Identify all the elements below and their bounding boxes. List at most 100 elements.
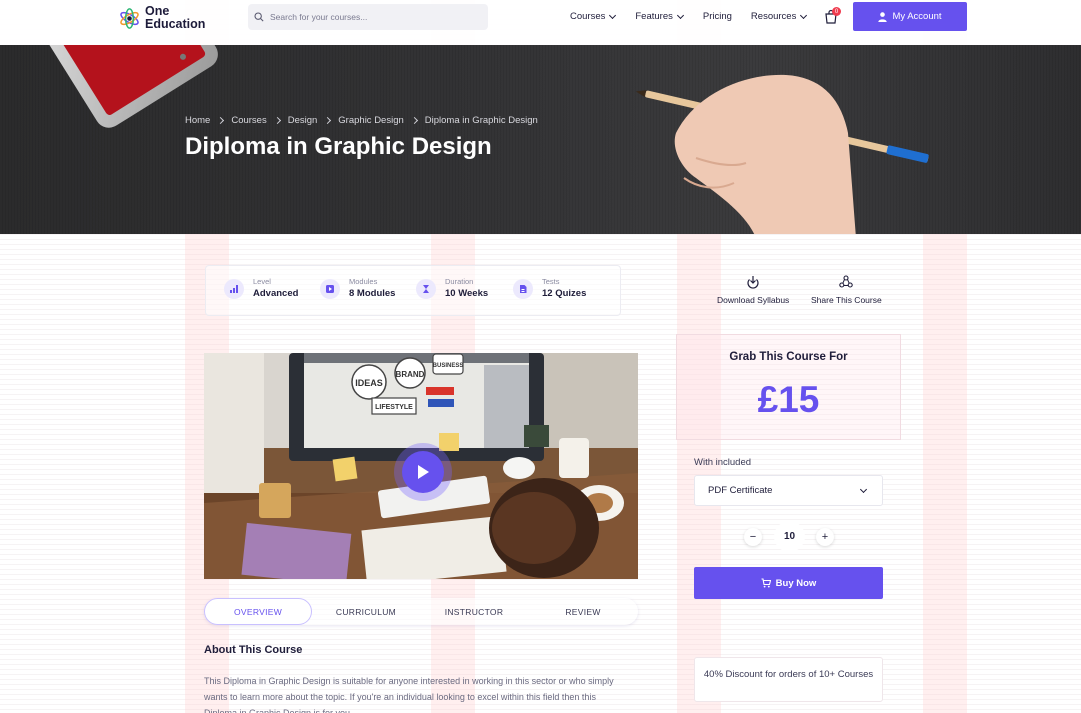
video-module-icon xyxy=(320,279,340,299)
quantity-value[interactable]: 10 xyxy=(774,521,805,552)
badge-lifestyle-text: LIFESTYLE xyxy=(375,404,413,411)
badge-business-text: BUSINESS xyxy=(433,363,464,369)
quantity-increase-button[interactable]: + xyxy=(816,528,834,546)
atom-logo-icon xyxy=(120,7,139,29)
included-label: With included xyxy=(694,457,752,468)
chevron-down-icon xyxy=(859,485,868,494)
stat-modules-label: Modules xyxy=(349,277,378,286)
search-icon xyxy=(254,12,264,22)
share-course-button[interactable]: Share This Course xyxy=(811,275,882,305)
badge-business: BUSINESS xyxy=(432,353,464,375)
download-syllabus-button[interactable]: Download Syllabus xyxy=(717,275,789,305)
bar-chart-icon xyxy=(224,279,244,299)
stat-duration-value: 10 Weeks xyxy=(445,288,489,299)
badge-lifestyle: LIFESTYLE xyxy=(371,397,417,415)
stat-level: Level Advanced xyxy=(224,277,298,301)
badge-brand: BRAND xyxy=(394,357,426,389)
stat-tests: Tests 12 Quizes xyxy=(513,277,586,301)
breadcrumb-design[interactable]: Design xyxy=(288,115,318,126)
chevron-right-icon xyxy=(324,116,332,125)
badge-ideas: IDEAS xyxy=(351,364,387,400)
hourglass-icon xyxy=(416,279,436,299)
tab-review-label: REVIEW xyxy=(565,606,601,617)
breadcrumb-graphic-design[interactable]: Graphic Design xyxy=(338,115,403,126)
chevron-down-icon xyxy=(609,11,617,19)
selected-option-text: PDF Certificate xyxy=(708,485,773,496)
breadcrumb-courses[interactable]: Courses xyxy=(231,115,266,126)
course-preview-video[interactable]: IDEAS BRAND BUSINESS LIFESTYLE xyxy=(204,353,638,579)
breadcrumb-home[interactable]: Home xyxy=(185,115,210,126)
logo-sticker-blue xyxy=(428,399,454,407)
logo-line2: Education xyxy=(145,17,206,31)
user-icon xyxy=(878,11,888,22)
chevron-down-icon xyxy=(800,11,808,19)
tab-overview-label: OVERVIEW xyxy=(233,606,283,617)
search-box xyxy=(248,4,488,30)
hand-with-pencil-image xyxy=(636,74,929,234)
tab-instructor-label: INSTRUCTOR xyxy=(444,606,504,617)
search-input[interactable] xyxy=(270,12,470,22)
stat-tests-label: Tests xyxy=(542,277,560,286)
nav-features[interactable]: Features xyxy=(635,11,684,22)
course-price: £15 xyxy=(757,379,820,420)
breadcrumb: Home Courses Design Graphic Design Diplo… xyxy=(185,115,538,126)
stat-duration: Duration 10 Weeks xyxy=(416,277,488,301)
plus-icon: + xyxy=(821,531,829,543)
tab-review[interactable]: REVIEW xyxy=(528,598,638,625)
chevron-right-icon xyxy=(273,116,281,125)
stat-modules-value: 8 Modules xyxy=(349,288,396,299)
course-tabs: OVERVIEW CURRICULUM INSTRUCTOR REVIEW xyxy=(204,598,638,625)
nav-features-label: Features xyxy=(635,11,673,22)
tab-curriculum[interactable]: CURRICULUM xyxy=(312,598,420,625)
logo-text: One Education xyxy=(145,5,205,31)
cart-button[interactable]: 0 xyxy=(824,7,841,25)
play-video-button[interactable] xyxy=(402,451,444,493)
tab-instructor[interactable]: INSTRUCTOR xyxy=(420,598,528,625)
share-course-label: Share This Course xyxy=(811,295,882,305)
chevron-right-icon xyxy=(217,116,225,125)
top-navbar: One Education Courses Features Pricing R… xyxy=(0,0,1081,45)
page-title: Diploma in Graphic Design xyxy=(185,133,492,160)
breadcrumb-current: Diploma in Graphic Design xyxy=(424,115,538,126)
logo-sticker-red xyxy=(426,387,454,395)
buy-now-label: Buy Now xyxy=(775,577,817,589)
quantity-decrease-button[interactable]: − xyxy=(744,528,762,546)
buy-now-button[interactable]: Buy Now xyxy=(694,567,883,599)
document-quiz-icon xyxy=(513,279,533,299)
included-option-select[interactable]: PDF Certificate xyxy=(694,475,883,506)
my-account-label: My Account xyxy=(892,11,942,22)
chevron-down-icon xyxy=(676,11,684,19)
stat-level-label: Level xyxy=(253,277,271,286)
share-icon xyxy=(839,275,854,288)
cart-count-badge: 0 xyxy=(832,7,841,16)
minus-icon: − xyxy=(749,531,757,543)
nav-resources[interactable]: Resources xyxy=(750,11,808,22)
chevron-right-icon xyxy=(410,116,418,125)
my-account-button[interactable]: My Account xyxy=(853,2,967,31)
about-section-text: This Diploma in Graphic Design is suitab… xyxy=(204,676,614,713)
stat-tests-value: 12 Quizes xyxy=(542,288,587,299)
tab-overview[interactable]: OVERVIEW xyxy=(204,598,312,625)
nav-pricing[interactable]: Pricing xyxy=(703,11,732,22)
main-nav: Courses Features Pricing Resources xyxy=(570,11,808,22)
nav-resources-label: Resources xyxy=(750,11,797,22)
grab-course-label: Grab This Course For xyxy=(729,351,848,363)
nav-courses[interactable]: Courses xyxy=(570,11,617,22)
download-icon xyxy=(747,276,759,289)
discount-note: 40% Discount for orders of 10+ Courses xyxy=(694,657,883,702)
play-icon xyxy=(418,465,429,479)
nav-pricing-label: Pricing xyxy=(702,11,732,22)
badge-ideas-text: IDEAS xyxy=(355,378,383,388)
cart-icon xyxy=(761,578,771,588)
stat-duration-label: Duration xyxy=(445,277,474,286)
badge-brand-text: BRAND xyxy=(396,370,425,379)
about-section-title: About This Course xyxy=(204,644,303,656)
stat-modules: Modules 8 Modules xyxy=(320,277,395,301)
course-stats-card: Level Advanced Modules 8 Modules Duratio… xyxy=(205,265,621,316)
nav-courses-label: Courses xyxy=(570,11,606,22)
download-syllabus-label: Download Syllabus xyxy=(717,295,790,305)
logo[interactable]: One Education xyxy=(118,4,218,32)
tab-curriculum-label: CURRICULUM xyxy=(335,606,397,617)
stat-level-value: Advanced xyxy=(253,288,299,299)
hero-banner: Home Courses Design Graphic Design Diplo… xyxy=(0,45,1081,234)
